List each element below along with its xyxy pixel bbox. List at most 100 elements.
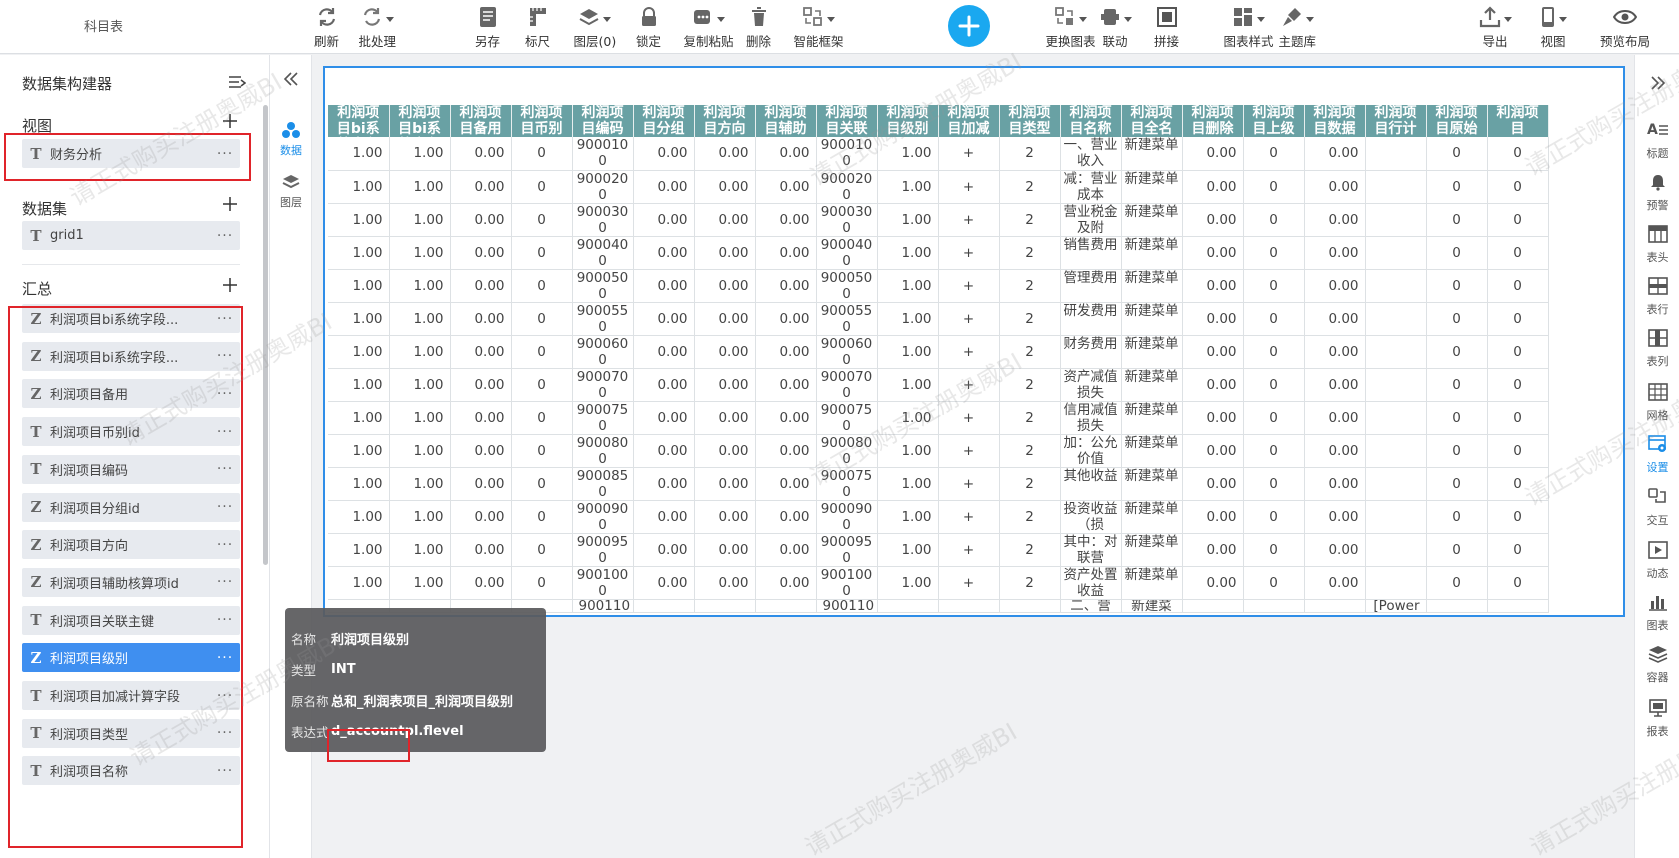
table-cell: 0.00 (755, 137, 817, 171)
refresh-button[interactable]: 刷新 (314, 4, 339, 50)
table-row[interactable]: 1.00 1.00 0.00 0 9000100 0.00 0.00 0.00 9000100 1… (328, 137, 1549, 171)
table-row[interactable]: 1.00 1.00 0.00 0 9000600 0.00 0.00 0.00 9000600 1… (328, 335, 1549, 369)
column-header[interactable]: 利润项目币别 (511, 105, 573, 137)
table-cell: 0 (1426, 302, 1488, 336)
side-tab-data[interactable]: 数据 (270, 120, 312, 158)
table-cell (1487, 599, 1549, 613)
property-tab-settings[interactable]: 设置 (1635, 435, 1679, 475)
side-tab-layers[interactable]: 图层 (270, 172, 312, 210)
table-row[interactable]: 1.00 1.00 0.00 0 9001000 0.00 0.00 0.00 9001000 1… (328, 566, 1549, 600)
table-cell: 1.00 (877, 401, 939, 435)
table-row[interactable]: 1.00 1.00 0.00 0 9000950 0.00 0.00 0.00 9000950 1… (328, 533, 1549, 567)
column-header[interactable]: 利润项目bi系统字段 (389, 105, 451, 137)
column-header[interactable]: 利润项目级别 (877, 105, 939, 137)
left-panel-scrollbar[interactable] (263, 105, 268, 565)
switchchart-button[interactable]: 更换图表 (1046, 4, 1096, 50)
property-tab-bar-chart[interactable]: 图表 (1635, 593, 1679, 633)
view-button[interactable]: 视图 (1540, 4, 1567, 50)
add-summary-icon[interactable] (222, 277, 238, 293)
toolbar-button-label: 图层(0) (573, 34, 617, 49)
copypaste-button[interactable]: 复制粘贴 (684, 4, 734, 50)
preview-button[interactable]: 预览布局 (1600, 4, 1650, 50)
table-cell: + (938, 533, 1000, 567)
table-row[interactable]: 1.00 1.00 0.00 0 9000900 0.00 0.00 0.00 9000900 1… (328, 500, 1549, 534)
delete-button[interactable]: 删除 (746, 4, 771, 50)
chartstyle-button[interactable]: 图表样式 (1224, 4, 1274, 50)
column-header[interactable]: 利润项目原始 (1426, 105, 1488, 137)
table-cell: 9000950 (572, 533, 634, 567)
column-header[interactable]: 利润项目数据 (1304, 105, 1366, 137)
collapse-left-icon[interactable] (282, 71, 300, 87)
add-view-icon[interactable] (222, 113, 238, 129)
property-tab-table-row[interactable]: 表行 (1635, 277, 1679, 317)
table-header-row: 利润项目bi系统字段利润项目bi系统字段利润项目备用利润项目币别利润项目编码利润… (328, 105, 1549, 137)
property-tab-grid[interactable]: 网格 (1635, 383, 1679, 423)
property-tab-title[interactable]: A 标题 (1635, 121, 1679, 161)
splice-button[interactable]: 拼接 (1154, 4, 1179, 50)
column-header[interactable]: 利润项目删除 (1182, 105, 1244, 137)
table-cell: 0.00 (1304, 566, 1366, 600)
property-tab-report[interactable]: 报表 (1635, 699, 1679, 739)
column-header[interactable]: 利润项目辅助 (755, 105, 817, 137)
column-header[interactable]: 利润项目分组 (633, 105, 695, 137)
column-header[interactable]: 利润项目编码 (572, 105, 634, 137)
add-chart-button[interactable] (948, 5, 990, 47)
table-row[interactable]: 1.00 1.00 0.00 0 9000750 0.00 0.00 0.00 9000750 1… (328, 401, 1549, 435)
ruler-button[interactable]: 标尺 (525, 4, 550, 50)
column-header[interactable]: 利润项目名称 (1060, 105, 1122, 137)
property-tab-table-column[interactable]: 表列 (1635, 329, 1679, 369)
field-item[interactable]: Tgrid1 ··· (22, 221, 240, 250)
column-header[interactable]: 利润项目全名 (1121, 105, 1183, 137)
export-button[interactable]: 导出 (1479, 4, 1512, 50)
column-header[interactable]: 利润项目加减 (938, 105, 1000, 137)
column-header[interactable]: 利润项目备用 (450, 105, 512, 137)
table-row[interactable]: 1.00 1.00 0.00 0 9000850 0.00 0.00 0.00 9000750 1… (328, 467, 1549, 501)
column-header[interactable]: 利润项目 (1487, 105, 1549, 137)
table-cell: 0 (1243, 203, 1305, 237)
table-row[interactable]: 1.00 1.00 0.00 0 9000200 0.00 0.00 0.00 9000200 1… (328, 170, 1549, 204)
highlight-box-view (4, 133, 251, 181)
table-row[interactable]: 1.00 1.00 0.00 0 9000700 0.00 0.00 0.00 9000700 1… (328, 368, 1549, 402)
property-tab-table-header[interactable]: 表头 (1635, 225, 1679, 265)
summary-section-title: 汇总 (22, 280, 53, 298)
batch-button[interactable]: 批处理 (359, 4, 396, 50)
column-header[interactable]: 利润项目上级 (1243, 105, 1305, 137)
title-icon: A (1647, 121, 1669, 143)
tooltip-key: 表达式 (291, 724, 329, 740)
property-tab-label: 动态 (1646, 567, 1669, 580)
table-row[interactable]: 1.00 1.00 0.00 0 9000500 0.00 0.00 0.00 9000500 1… (328, 269, 1549, 303)
table-widget[interactable]: 利润项目bi系统字段利润项目bi系统字段利润项目备用利润项目币别利润项目编码利润… (323, 66, 1625, 617)
column-header[interactable]: 利润项目类型 (999, 105, 1061, 137)
table-row[interactable]: 1.00 1.00 0.00 0 9000400 0.00 0.00 0.00 9000400 1… (328, 236, 1549, 270)
property-tab-container[interactable]: 容器 (1635, 645, 1679, 685)
watermark: 请正式购买注册奥威BI (800, 717, 1022, 858)
theme-button[interactable]: 主题库 (1279, 4, 1316, 50)
table-cell: 0.00 (450, 434, 512, 468)
column-header[interactable]: 利润项目bi系统字段 (328, 105, 390, 137)
more-options-icon[interactable]: ··· (210, 228, 240, 244)
table-cell: 1.00 (877, 533, 939, 567)
saveas-button[interactable]: 另存 (475, 4, 500, 50)
collapse-right-icon[interactable] (1649, 75, 1667, 91)
property-tab-alarm-bell[interactable]: 预警 (1635, 173, 1679, 213)
panel-menu-icon[interactable] (228, 75, 246, 89)
table-cell: 900110 (572, 599, 634, 613)
lock-button[interactable]: 锁定 (636, 4, 661, 50)
column-header[interactable]: 利润项目行计 (1365, 105, 1427, 137)
column-header[interactable]: 利润项目关联 (816, 105, 878, 137)
link-button[interactable]: 联动 (1099, 4, 1132, 50)
smartframe-button[interactable]: 智能框架 (794, 4, 844, 50)
property-tab-dynamic[interactable]: 动态 (1635, 541, 1679, 581)
table-cell-text: 其中：对联营 (1063, 533, 1118, 566)
table-row[interactable]: 1.00 1.00 0.00 0 9000550 0.00 0.00 0.00 9000550 1… (328, 302, 1549, 336)
lock-icon (640, 6, 658, 28)
table-row[interactable]: 1.00 1.00 0.00 0 9000300 0.00 0.00 0.00 9000300 1… (328, 203, 1549, 237)
add-dataset-icon[interactable] (222, 196, 238, 212)
column-header[interactable]: 利润项目方向 (694, 105, 756, 137)
table-cell: 0.00 (450, 500, 512, 534)
property-tab-interaction[interactable]: 交互 (1635, 488, 1679, 528)
app-title: 科目表 (84, 20, 124, 35)
table-row[interactable]: 1.00 1.00 0.00 0 9000800 0.00 0.00 0.00 9000800 1… (328, 434, 1549, 468)
layers-button[interactable]: 图层(0) (573, 4, 617, 50)
table-cell: 9000100 (572, 137, 634, 171)
